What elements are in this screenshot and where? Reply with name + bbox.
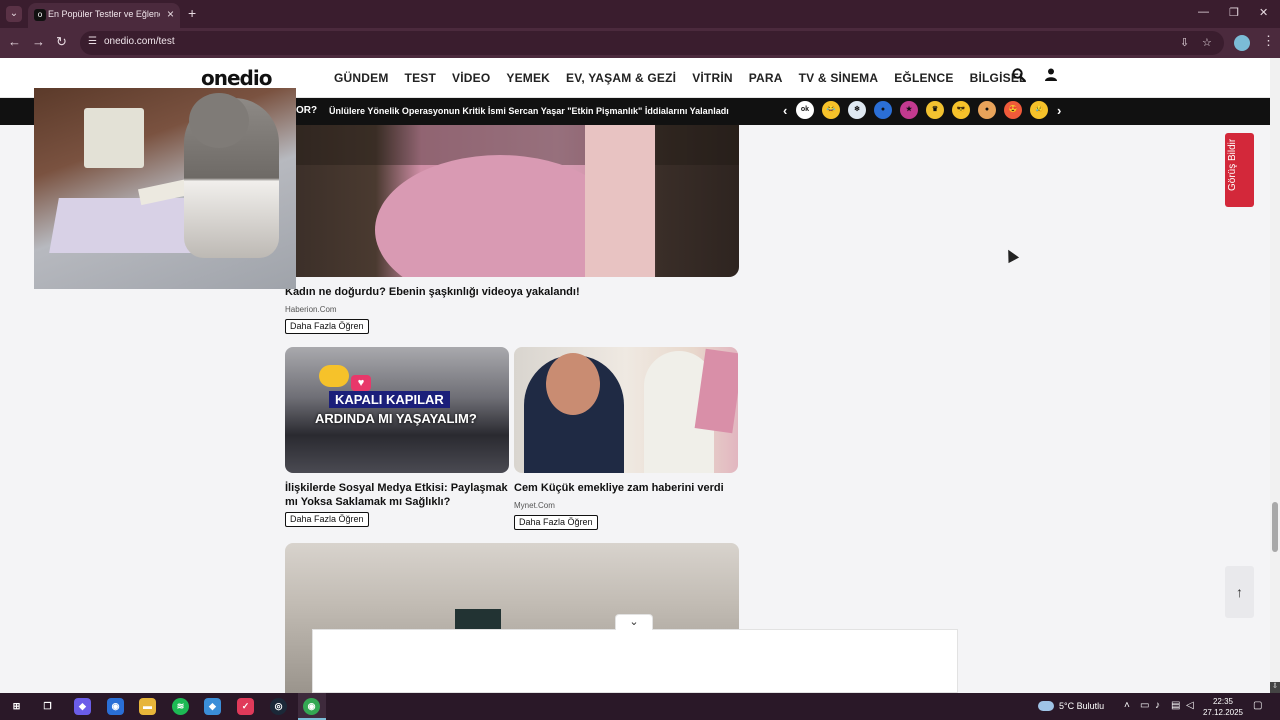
image-label-subtitle: ARDINDA MI YAŞAYALIM? (315, 411, 477, 426)
nav-item-gundem[interactable]: GÜNDEM (334, 71, 389, 85)
download-icon[interactable]: ⇩ (1270, 682, 1280, 693)
reactions-prev-icon[interactable]: ‹ (783, 103, 787, 118)
article-image[interactable] (285, 125, 739, 277)
browser-menu-icon[interactable]: ⋮ (1262, 33, 1275, 49)
edge-icon[interactable]: ◉ (107, 698, 124, 715)
browser-toolbar: ← → ↻ ☰ onedio.com/test ⇩ ☆ ⋮ (0, 28, 1280, 58)
page-scrollbar[interactable]: ⇩ (1270, 58, 1280, 693)
reaction-star-icon[interactable]: ★ (900, 101, 918, 119)
tab-close-icon[interactable]: × (167, 7, 174, 21)
nav-item-eglence[interactable]: EĞLENCE (894, 71, 953, 85)
reaction-sad-icon[interactable]: 😢 (1030, 101, 1048, 119)
nav-item-ev-yasam-gezi[interactable]: EV, YAŞAM & GEZİ (566, 71, 676, 85)
image-label-title: KAPALI KAPILAR (329, 391, 450, 408)
mouse-cursor-icon (1002, 246, 1020, 264)
nav-item-tv-sinema[interactable]: TV & SİNEMA (799, 71, 879, 85)
tab-list-dropdown-icon[interactable]: ⌄ (6, 6, 22, 22)
nav-item-video[interactable]: VİDEO (452, 71, 490, 85)
nav-item-vitrin[interactable]: VİTRİN (692, 71, 733, 85)
bottom-ad-banner[interactable] (312, 629, 958, 693)
nav-item-para[interactable]: PARA (749, 71, 783, 85)
learn-more-button[interactable]: Daha Fazla Öğren (285, 319, 369, 334)
close-window-button[interactable]: ✕ (1259, 6, 1268, 19)
main-nav: GÜNDEM TEST VİDEO YEMEK EV, YAŞAM & GEZİ… (334, 71, 1027, 85)
scrollbar-thumb[interactable] (1272, 502, 1278, 552)
restore-button[interactable]: ❐ (1229, 6, 1239, 19)
app-icon[interactable]: ◆ (204, 698, 221, 715)
reaction-snow-icon[interactable]: ❄ (848, 101, 866, 119)
reaction-blue-icon[interactable]: ● (874, 101, 892, 119)
clock-date: 27.12.2025 (1202, 708, 1244, 717)
card-image-pension[interactable] (514, 347, 738, 473)
address-bar[interactable]: ☰ onedio.com/test ⇩ ☆ (80, 31, 1224, 55)
cloud-icon[interactable] (1038, 701, 1054, 711)
user-account-icon[interactable] (1045, 68, 1057, 85)
article-source: Haberion.Com (285, 305, 337, 314)
heart-icon: ♥ (351, 375, 371, 391)
nav-item-test[interactable]: TEST (405, 71, 436, 85)
forward-button[interactable]: → (32, 34, 45, 49)
url-text[interactable]: onedio.com/test (104, 36, 175, 47)
browser-tab-bar: ⌄ o En Popüler Testler ve Eğlenceli Test… (0, 0, 1280, 28)
clock-time: 22:35 (1212, 697, 1234, 706)
feedback-button[interactable]: Görüş Bildir (1225, 133, 1254, 207)
back-button[interactable]: ← (8, 34, 21, 49)
reaction-list: ok 😂 ❄ ● ★ ♛ 😎 ● 😍 😢 (796, 101, 1048, 119)
site-info-icon[interactable]: ☰ (88, 36, 100, 48)
reaction-crown-icon[interactable]: ♛ (926, 101, 944, 119)
reaction-laugh-icon[interactable]: 😂 (822, 101, 840, 119)
card-caption-relationships[interactable]: İlişkilerde Sosyal Medya Etkisi: Paylaşm… (285, 481, 509, 509)
taskbar-clock[interactable]: 22:35 27.12.2025 (1200, 696, 1246, 718)
reaction-love-icon[interactable]: 😍 (1004, 101, 1022, 119)
scroll-to-top-button[interactable]: ↑ (1225, 566, 1254, 618)
task-view-icon[interactable]: ❐ (39, 698, 56, 715)
article-caption[interactable]: Kadın ne doğurdu? Ebenin şaşkınlığı vide… (285, 285, 739, 299)
learn-more-button[interactable]: Daha Fazla Öğren (514, 515, 598, 530)
copilot-icon[interactable]: ◆ (74, 698, 91, 715)
browser-tab-active[interactable]: o En Popüler Testler ve Eğlenceli Testle… (28, 3, 180, 28)
reaction-cool-icon[interactable]: 😎 (952, 101, 970, 119)
ticker-headline[interactable]: Ünlülere Yönelik Operasyonun Kritik İsmi… (329, 106, 729, 116)
reaction-ok-icon[interactable]: ok (796, 101, 814, 119)
feedback-label: Görüş Bildir (1227, 138, 1238, 191)
card-image-relationships[interactable]: ♥ KAPALI KAPILAR ARDINDA MI YAŞAYALIM? (285, 347, 509, 473)
reactions-next-icon[interactable]: › (1057, 103, 1061, 118)
card-source: Mynet.Com (514, 501, 555, 510)
bookmark-star-icon[interactable]: ☆ (1202, 36, 1212, 49)
profile-avatar[interactable] (1234, 35, 1250, 51)
chevron-up-icon[interactable]: ˄ (1124, 700, 1130, 711)
network-icon[interactable]: ▤ (1171, 700, 1180, 711)
learn-more-button[interactable]: Daha Fazla Öğren (285, 512, 369, 527)
meet-icon[interactable]: ▭ (1140, 700, 1149, 711)
file-explorer-icon[interactable]: ▬ (139, 698, 156, 715)
card-caption-pension[interactable]: Cem Küçük emekliye zam haberini verdi (514, 481, 738, 495)
tab-title: En Popüler Testler ve Eğlenceli Testler (48, 9, 160, 19)
steam-icon[interactable]: ◎ (270, 698, 287, 715)
search-icon[interactable] (1012, 68, 1026, 86)
minimize-button[interactable]: — (1198, 6, 1209, 18)
windows-taskbar: ⊞ ❐ ◆ ◉ ▬ ≋ ◆ ✓ ◎ ◉ 5°C Bulutlu ˄ ▭ ♪ ▤ … (0, 693, 1280, 720)
pocket-icon[interactable]: ✓ (237, 698, 254, 715)
chrome-icon[interactable]: ◉ (303, 698, 320, 715)
notification-icon[interactable]: ▢ (1253, 700, 1262, 711)
spotify-icon[interactable]: ≋ (172, 698, 189, 715)
tab-favicon-icon: o (34, 9, 46, 21)
install-app-icon[interactable]: ⇩ (1180, 36, 1189, 49)
reaction-orange-icon[interactable]: ● (978, 101, 996, 119)
reload-button[interactable]: ↻ (56, 34, 67, 50)
site-logo[interactable]: onedio (201, 66, 272, 90)
nav-item-yemek[interactable]: YEMEK (506, 71, 550, 85)
floating-video-player[interactable] (34, 88, 296, 289)
ad-collapse-icon[interactable]: ⌄ (615, 614, 653, 630)
microphone-icon[interactable]: ♪ (1155, 700, 1160, 711)
volume-icon[interactable]: ◁ (1186, 700, 1194, 711)
weather-text[interactable]: 5°C Bulutlu (1059, 701, 1104, 711)
new-tab-button[interactable]: + (188, 5, 196, 21)
ticker-truncated-text: OR? (296, 105, 318, 116)
windows-start-icon[interactable]: ⊞ (8, 698, 25, 715)
